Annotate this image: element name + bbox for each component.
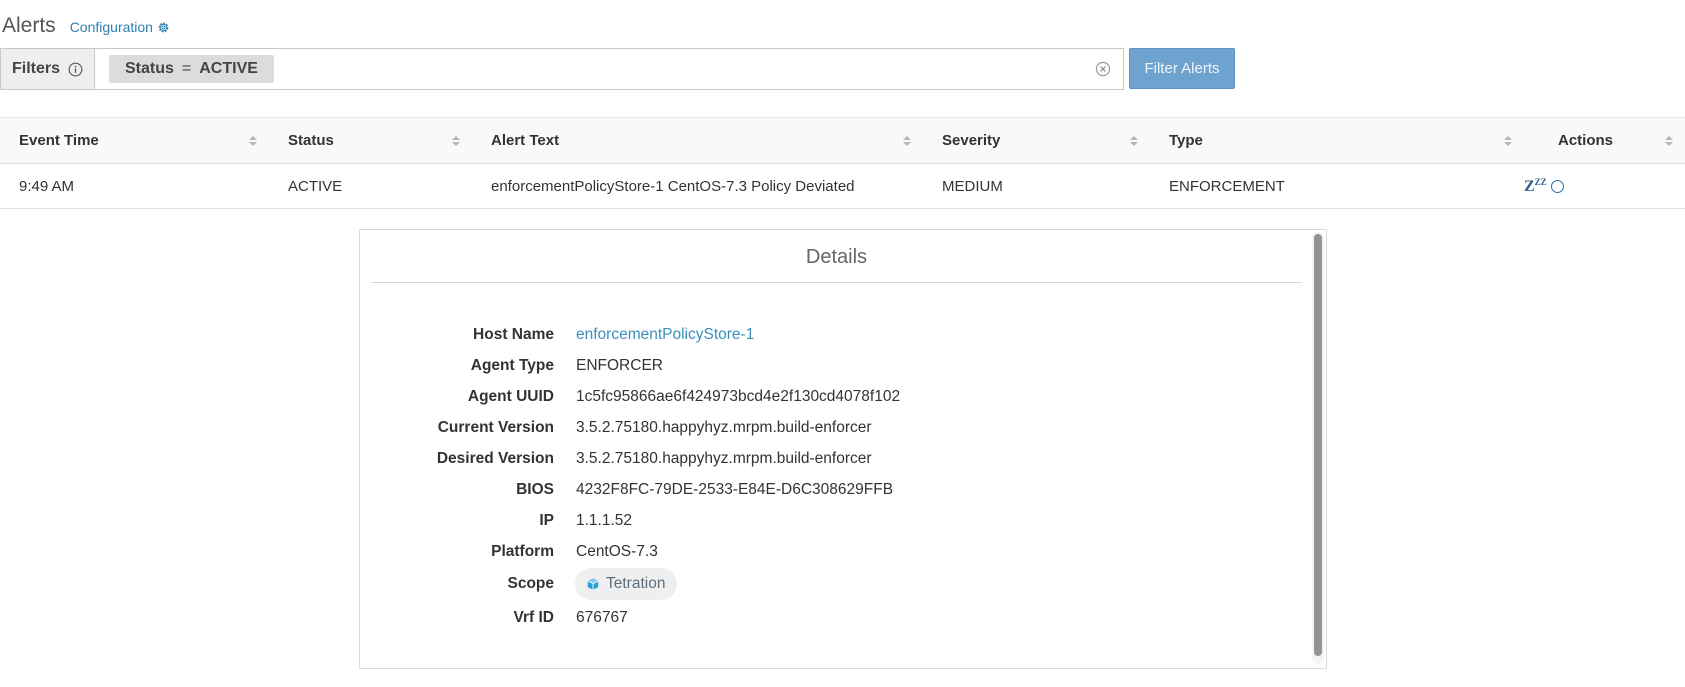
detail-label: Agent Type <box>470 356 554 374</box>
detail-row-desired-version: Desired Version 3.5.2.75180.happyhyz.mrp… <box>360 443 1326 474</box>
detail-row-current-version: Current Version 3.5.2.75180.happyhyz.mrp… <box>360 412 1326 443</box>
table-row[interactable]: 9:49 AM ACTIVE enforcementPolicyStore-1 … <box>0 164 1685 209</box>
info-icon[interactable] <box>68 62 83 77</box>
scope-label: Tetration <box>606 574 666 592</box>
snooze-icon[interactable]: ZZZ <box>1524 177 1547 196</box>
filters-label: Filters <box>1 49 95 89</box>
detail-label: Host Name <box>473 325 554 343</box>
filter-bar: Filters Status = ACTIVE Filter Alerts <box>0 48 1235 90</box>
alerts-table: Event Time Status Alert Text Severity Ty… <box>0 117 1685 209</box>
sort-icon[interactable] <box>452 135 460 146</box>
detail-label: IP <box>539 511 554 529</box>
column-header-type[interactable]: Type <box>1150 118 1524 163</box>
cell-severity: MEDIUM <box>942 177 1003 195</box>
table-header: Event Time Status Alert Text Severity Ty… <box>0 117 1685 164</box>
detail-row-agent-type: Agent Type ENFORCER <box>360 350 1326 381</box>
filter-chip-field: Status <box>125 60 174 77</box>
detail-value: ENFORCER <box>576 356 663 374</box>
sort-icon[interactable] <box>903 135 911 146</box>
detail-label: BIOS <box>516 480 554 498</box>
filter-chip-operator: = <box>181 60 192 77</box>
configuration-link[interactable]: Configuration <box>70 19 170 35</box>
sort-icon[interactable] <box>1504 135 1512 146</box>
cell-type: ENFORCEMENT <box>1169 177 1285 195</box>
detail-value: 4232F8FC-79DE-2533-E84E-D6C308629FFB <box>576 480 894 498</box>
filter-chip-value: ACTIVE <box>199 60 258 77</box>
snooze-glyph-sup: ZZ <box>1534 176 1547 187</box>
detail-value: 1c5fc95866ae6f424973bcd4e2f130cd4078f102 <box>576 387 901 405</box>
detail-row-scope: Scope Tetration <box>360 567 1326 600</box>
detail-row-platform: Platform CentOS-7.3 <box>360 536 1326 567</box>
column-label: Type <box>1169 132 1203 149</box>
filter-chip-status[interactable]: Status = ACTIVE <box>109 55 274 83</box>
cube-icon <box>587 577 599 590</box>
detail-label: Vrf ID <box>513 608 554 626</box>
scope-chip[interactable]: Tetration <box>575 567 678 600</box>
details-list: Host Name enforcementPolicyStore-1 Agent… <box>360 319 1326 635</box>
detail-value: Tetration <box>575 567 678 600</box>
host-name-link[interactable]: enforcementPolicyStore-1 <box>576 326 754 344</box>
detail-value: CentOS-7.3 <box>576 542 658 560</box>
detail-row-agent-uuid: Agent UUID 1c5fc95866ae6f424973bcd4e2f13… <box>360 381 1326 412</box>
filter-input-box: Filters Status = ACTIVE <box>0 48 1124 90</box>
detail-value: 676767 <box>576 608 628 626</box>
clear-filter-icon[interactable] <box>1095 61 1111 82</box>
sort-icon[interactable] <box>1130 135 1138 146</box>
page-title: Alerts <box>2 14 56 37</box>
detail-row-bios: BIOS 4232F8FC-79DE-2533-E84E-D6C308629FF… <box>360 474 1326 505</box>
page-header: Alerts Configuration <box>2 14 170 44</box>
gear-icon <box>158 22 169 32</box>
cell-status: ACTIVE <box>288 177 343 195</box>
detail-label: Scope <box>507 574 554 592</box>
cell-actions: ZZZ <box>1524 177 1685 196</box>
column-header-event-time[interactable]: Event Time <box>0 118 269 163</box>
column-label: Event Time <box>19 132 99 149</box>
filters-text: Filters <box>11 60 60 77</box>
column-label: Severity <box>942 132 1001 149</box>
detail-value: 1.1.1.52 <box>576 511 633 529</box>
filter-query-input[interactable]: Status = ACTIVE <box>95 49 1123 89</box>
circle-icon[interactable] <box>1550 179 1564 193</box>
details-scrollbar[interactable] <box>1312 232 1324 664</box>
column-header-actions[interactable]: Actions <box>1524 118 1685 163</box>
detail-label: Platform <box>491 542 554 560</box>
cell-event-time: 9:49 AM <box>19 177 75 195</box>
configuration-label: Configuration <box>69 19 153 35</box>
detail-row-ip: IP 1.1.1.52 <box>360 505 1326 536</box>
detail-value: 3.5.2.75180.happyhyz.mrpm.build-enforcer <box>576 418 872 436</box>
sort-icon[interactable] <box>1665 135 1673 146</box>
column-header-status[interactable]: Status <box>269 118 472 163</box>
column-label: Alert Text <box>491 132 560 149</box>
details-panel: Details Host Name enforcementPolicyStore… <box>359 229 1327 669</box>
cell-alert-text: enforcementPolicyStore-1 CentOS-7.3 Poli… <box>491 177 855 195</box>
detail-row-host-name: Host Name enforcementPolicyStore-1 <box>360 319 1326 350</box>
detail-label: Current Version <box>437 418 554 436</box>
filter-alerts-button[interactable]: Filter Alerts <box>1129 48 1235 89</box>
sort-icon[interactable] <box>249 135 257 146</box>
column-header-alert-text[interactable]: Alert Text <box>472 118 923 163</box>
detail-label: Desired Version <box>436 449 554 467</box>
column-label: Actions <box>1557 132 1613 149</box>
column-label: Status <box>288 132 334 149</box>
detail-row-vrf-id: Vrf ID 676767 <box>360 600 1326 635</box>
details-title: Details <box>371 230 1302 283</box>
snooze-glyph: Z <box>1524 177 1535 195</box>
detail-label: Agent UUID <box>467 387 554 405</box>
scrollbar-thumb[interactable] <box>1314 234 1322 656</box>
detail-value: 3.5.2.75180.happyhyz.mrpm.build-enforcer <box>576 449 872 467</box>
column-header-severity[interactable]: Severity <box>923 118 1150 163</box>
